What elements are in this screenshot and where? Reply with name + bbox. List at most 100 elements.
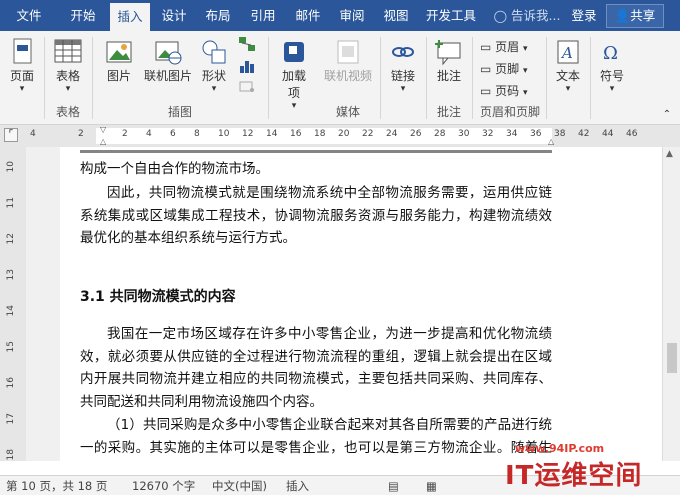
picture-icon [106,41,132,63]
read-mode-icon[interactable]: ▤ [388,479,399,493]
page-count-status[interactable]: 第 10 页，共 18 页 [6,478,107,494]
tab-home[interactable]: 开始 [62,0,104,31]
comment-button[interactable]: 批注 [430,37,468,84]
vruler-tick-label: 17 [6,413,16,425]
table-icon [54,39,82,63]
first-line-indent-icon[interactable]: ▽ [100,125,106,134]
ruler-tick-label: 6 [170,129,176,139]
ruler-tick-label: 22 [362,129,374,139]
document-paragraph[interactable]: 因此，共同物流模式就是围绕物流系统中全部物流服务需要，运用供应链系统集成或区域集… [80,182,552,250]
chevron-down-icon: ▾ [523,44,528,54]
ruler-tick-label: 4 [30,129,36,139]
right-indent-icon[interactable]: △ [548,137,554,146]
chevron-down-icon: ▾ [211,84,217,94]
chart-button[interactable] [234,57,260,75]
page-number-icon: ▭ [480,84,492,98]
lightbulb-icon: ◯ [493,9,508,23]
scrollbar-thumb[interactable] [667,343,677,373]
link-button[interactable]: 链接 ▾ [384,37,422,94]
footer-button[interactable]: ▭ 页脚 ▾ [480,60,528,77]
text-button[interactable]: A 文本 ▾ [550,37,586,94]
page-button[interactable]: 页面 ▾ [4,37,40,94]
ruler-tick-label: 16 [290,129,302,139]
page-margin-left [26,147,60,461]
document-line[interactable]: 构成一个自由合作的物流市场。 [80,158,552,181]
login-button[interactable]: 登录 [566,0,602,31]
text-box-icon: A [557,40,579,64]
share-button[interactable]: 👤共享 [606,4,664,28]
print-layout-icon[interactable]: ▦ [426,479,437,493]
picture-button[interactable]: 图片 [100,37,138,84]
chevron-down-icon: ▾ [291,101,297,111]
ruler-tick-label: 42 [578,129,590,139]
vertical-scrollbar[interactable]: ▲ [662,147,680,461]
svg-text:Ω: Ω [603,43,618,64]
ruler-tick-label: 2 [78,129,84,139]
ruler-tick-label: 26 [410,129,422,139]
watermark-url: www.94IP.com [515,442,605,455]
tab-layout[interactable]: 布局 [198,0,238,31]
header-button[interactable]: ▭ 页眉 ▾ [480,38,528,55]
smartart-button[interactable] [234,35,260,53]
vruler-tick-label: 15 [6,341,16,353]
vruler-tick-label: 11 [6,197,16,209]
group-comments-label: 批注 [436,105,461,119]
chevron-down-icon: ▾ [609,84,615,94]
tab-view[interactable]: 视图 [376,0,416,31]
tell-me-box[interactable]: ◯ 告诉我... [492,0,562,31]
clipped-line [80,150,552,156]
ribbon-tab-bar: 文件 开始 插入 设计 布局 引用 邮件 审阅 视图 开发工具 ◯ 告诉我...… [0,0,680,31]
tab-developer[interactable]: 开发工具 [421,0,481,31]
tab-review[interactable]: 审阅 [332,0,372,31]
tab-design[interactable]: 设计 [154,0,194,31]
online-video-button[interactable]: 联机视频 [318,37,378,84]
chevron-down-icon: ▾ [565,84,571,94]
chevron-down-icon: ▾ [400,84,406,94]
tab-selector-icon[interactable]: ⌜ [4,128,18,142]
link-icon [392,47,414,57]
collapse-ribbon-icon[interactable]: ⌃ [660,109,674,120]
symbol-button[interactable]: Ω 符号 ▾ [594,37,630,94]
group-header-footer-label: 页眉和页脚 [479,105,540,119]
shapes-button[interactable]: 形状 ▾ [196,37,232,94]
ruler-tick-label: 14 [266,129,278,139]
scroll-up-icon[interactable]: ▲ [666,149,673,159]
vruler-tick-label: 10 [6,161,16,173]
vruler-tick-label: 13 [6,269,16,281]
language-status[interactable]: 中文(中国) [212,478,267,494]
tab-references[interactable]: 引用 [243,0,283,31]
document-heading[interactable]: 3.1 共同物流模式的内容 [80,286,552,309]
tab-mailings[interactable]: 邮件 [288,0,328,31]
group-illustrations-label: 插图 [167,105,192,119]
tab-file[interactable]: 文件 [8,0,50,31]
person-icon: 👤 [614,8,631,23]
document-paragraph[interactable]: 我国在一定市场区域存在许多中小零售企业，为进一步提高和优化物流绩效，就必须要从供… [80,323,552,413]
horizontal-ruler[interactable]: ⌜ 4 2 2 4 6 8 10 12 14 16 18 20 22 24 26 28 30 32 34 36 38 42… [0,125,680,147]
word-count-status[interactable]: 12670 个字 [132,478,195,494]
screenshot-icon [239,81,254,92]
chevron-down-icon: ▾ [523,66,528,76]
vertical-ruler[interactable]: 10 11 12 13 14 15 16 17 18 [0,147,26,461]
group-media-label: 媒体 [335,105,360,119]
ruler-tick-label: 38 [554,129,566,139]
page-header-icon: ▭ [480,40,492,54]
chevron-down-icon: ▾ [523,88,528,98]
ruler-tick-label: 46 [626,129,638,139]
page-number-button[interactable]: ▭ 页码 ▾ [480,82,528,99]
addins-button[interactable]: 加载 项 ▾ [276,37,312,111]
chevron-down-icon: ▾ [19,84,25,94]
hanging-indent-icon[interactable]: △ [100,137,106,146]
screenshot-button[interactable] [234,79,260,95]
bar-chart-icon [240,61,254,73]
addins-icon [284,42,304,62]
page-icon [13,38,32,64]
tab-insert[interactable]: 插入 [110,3,150,31]
group-table-label: 表格 [55,105,80,119]
table-button[interactable]: 表格 ▾ [50,37,86,94]
document-paragraph[interactable]: （1）共同采购是众多中小零售企业联合起来对其各自所需要的产品进行统一的采购。其实… [80,414,552,459]
ribbon-insert: 页面 ▾ 表格 ▾ 表格 图片 联机图片 形状 ▾ 插图 加载 项 ▾ 联机视频… [0,31,680,125]
online-picture-button[interactable]: 联机图片 [140,37,196,84]
ruler-tick-label: 30 [458,129,470,139]
insert-mode-status[interactable]: 插入 [286,478,309,494]
vruler-tick-label: 12 [6,233,16,245]
